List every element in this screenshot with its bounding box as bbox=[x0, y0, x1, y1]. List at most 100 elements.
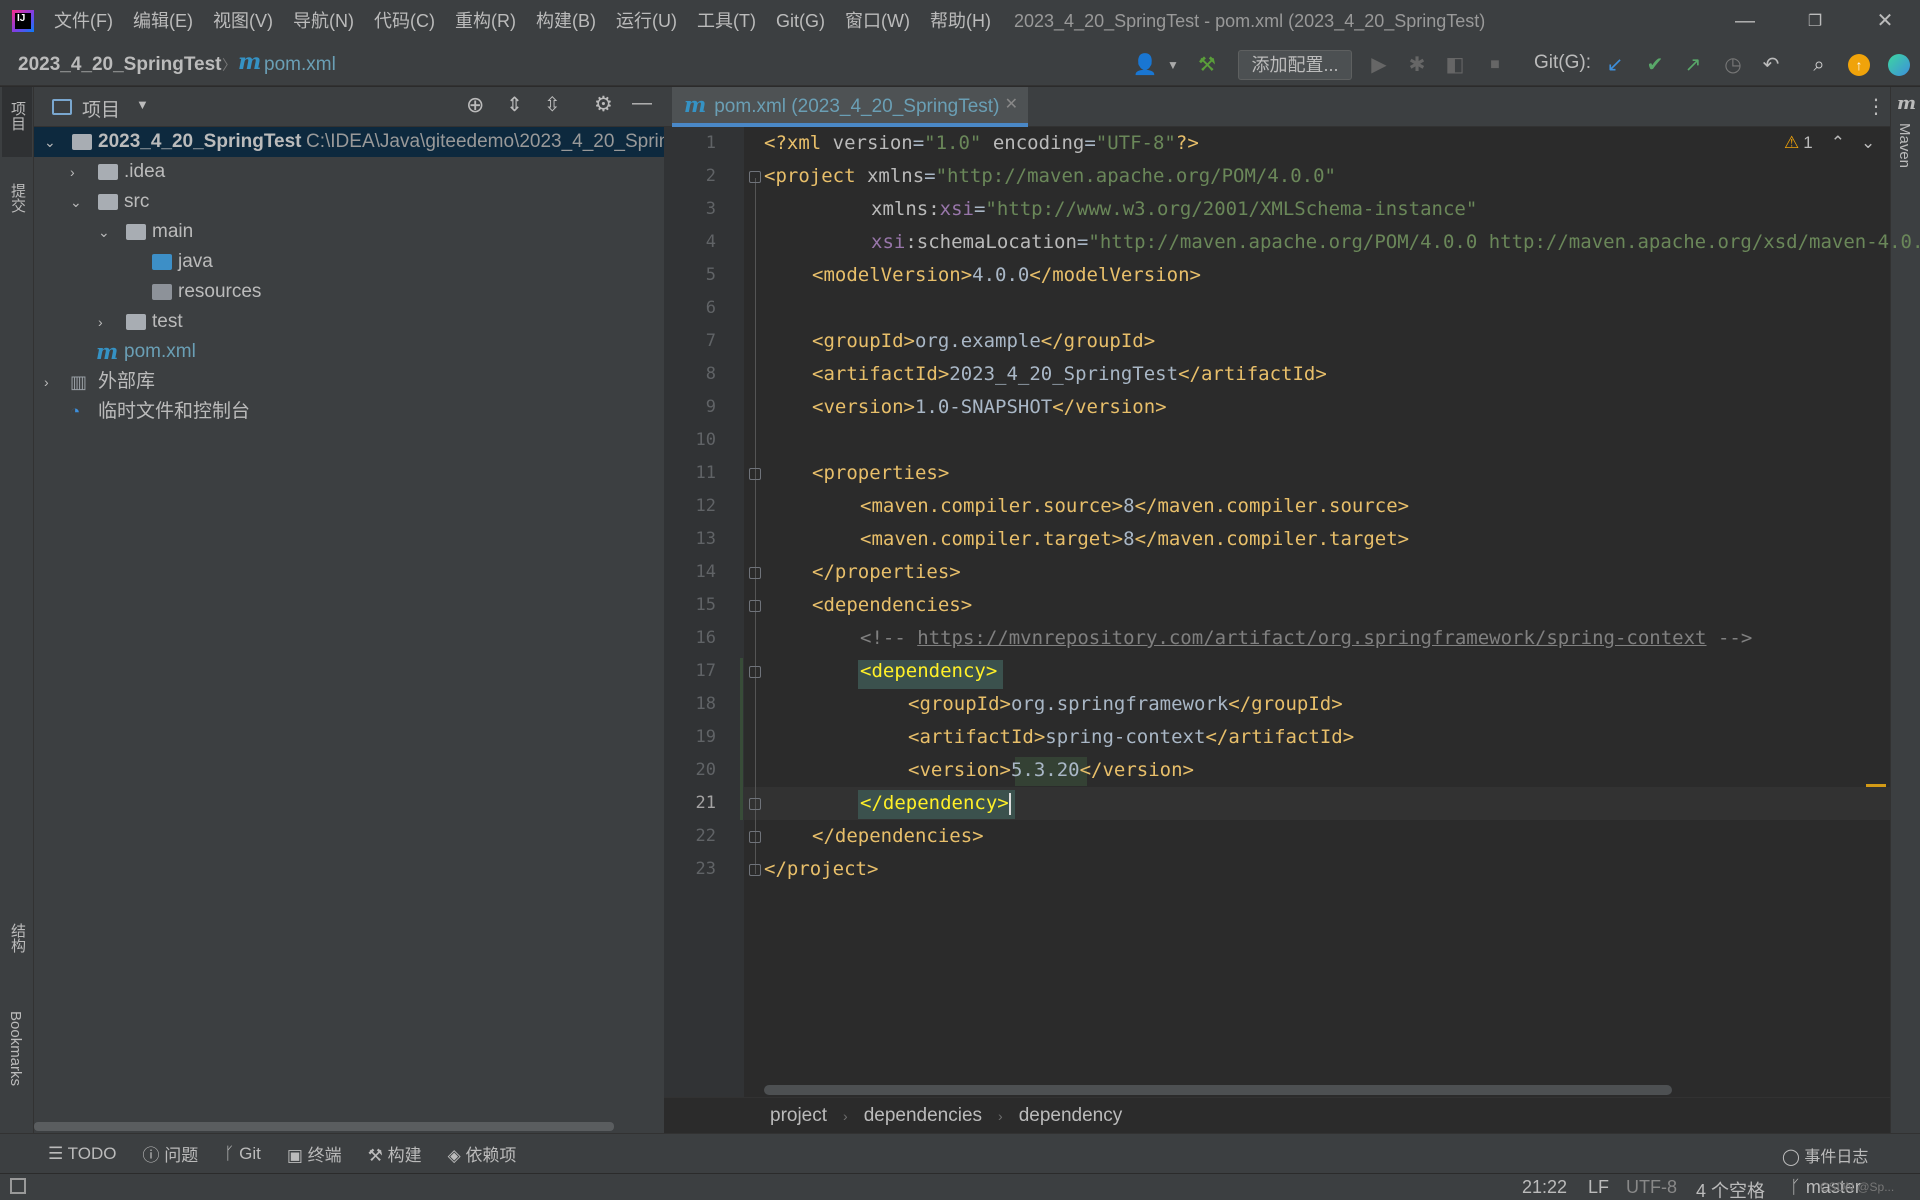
collapse-all-icon[interactable]: ⇳ bbox=[544, 92, 561, 117]
terminal-tool-button[interactable]: ▣ 终端 bbox=[287, 1141, 342, 1166]
coverage-icon[interactable]: ◧ bbox=[1442, 52, 1468, 78]
chevron-down-icon[interactable]: ▼ bbox=[1160, 52, 1186, 78]
code-with-me-icon[interactable] bbox=[1888, 54, 1910, 76]
history-icon[interactable]: ◷ bbox=[1720, 52, 1746, 78]
dependencies-tool-button[interactable]: ◈ 依赖项 bbox=[448, 1141, 517, 1166]
breadcrumb-dependency[interactable]: dependency bbox=[1019, 1105, 1123, 1127]
chevron-down-icon[interactable]: ⌄ bbox=[98, 225, 112, 239]
git-commit-icon[interactable]: ✔ bbox=[1642, 52, 1668, 78]
chevron-right-icon[interactable]: › bbox=[98, 315, 112, 329]
maven-tool-tab[interactable]: Maven bbox=[1896, 123, 1913, 168]
build-tool-button[interactable]: ⚒ 构建 bbox=[368, 1141, 422, 1166]
tree-item-project-root[interactable]: ⌄ 2023_4_20_SpringTest C:\IDEA\Java\gite… bbox=[34, 127, 664, 157]
menu-refactor[interactable]: 重构(R) bbox=[445, 0, 526, 43]
close-icon[interactable]: ✕ bbox=[1856, 0, 1914, 43]
fold-icon[interactable] bbox=[749, 171, 761, 183]
commit-tool-tab[interactable]: 提交 bbox=[7, 183, 28, 213]
more-tabs-icon[interactable]: ⋮ bbox=[1866, 94, 1886, 119]
chevron-right-icon[interactable]: › bbox=[44, 375, 58, 389]
stop-icon[interactable]: ■ bbox=[1482, 52, 1508, 78]
structure-tool-tab[interactable]: 结构 bbox=[7, 923, 28, 953]
tree-item-idea[interactable]: › .idea bbox=[34, 157, 664, 187]
fold-icon[interactable] bbox=[749, 864, 761, 876]
maven-file-icon: m bbox=[96, 339, 119, 364]
line-separator[interactable]: LF bbox=[1588, 1177, 1609, 1198]
file-encoding[interactable]: UTF-8 bbox=[1626, 1177, 1677, 1198]
locate-icon[interactable]: ⊕ bbox=[466, 92, 484, 118]
library-icon: ▥ bbox=[70, 372, 88, 392]
chevron-down-icon[interactable]: ⌄ bbox=[70, 195, 84, 209]
menu-file[interactable]: 文件(F) bbox=[44, 0, 123, 43]
project-panel-scrollbar[interactable] bbox=[34, 1122, 614, 1131]
breadcrumb-project[interactable]: project bbox=[770, 1105, 827, 1127]
tree-label: resources bbox=[178, 281, 262, 302]
expand-all-icon[interactable]: ⇕ bbox=[506, 92, 523, 117]
menu-build[interactable]: 构建(B) bbox=[526, 0, 606, 43]
editor-horizontal-scrollbar[interactable] bbox=[764, 1085, 1672, 1095]
debug-icon[interactable]: ✱ bbox=[1404, 52, 1430, 78]
build-hammer-icon[interactable]: ⚒ bbox=[1194, 52, 1220, 78]
nav-project[interactable]: 2023_4_20_SpringTest bbox=[18, 43, 222, 86]
project-panel-title[interactable]: 项目 bbox=[82, 95, 120, 122]
tree-item-test[interactable]: › test bbox=[34, 307, 664, 337]
git-update-icon[interactable]: ↙ bbox=[1602, 52, 1628, 78]
inspection-widget[interactable]: ⚠ 1 ⌃ ⌄ bbox=[1784, 133, 1875, 153]
menu-navigate[interactable]: 导航(N) bbox=[283, 0, 364, 43]
breadcrumb-dependencies[interactable]: dependencies bbox=[864, 1105, 982, 1127]
menu-window[interactable]: 窗口(W) bbox=[835, 0, 920, 43]
hide-panel-icon[interactable]: — bbox=[632, 92, 652, 115]
search-icon[interactable]: ⌕ bbox=[1806, 52, 1832, 78]
user-icon[interactable]: 👤 bbox=[1132, 52, 1158, 78]
settings-gear-icon[interactable]: ⚙ bbox=[594, 92, 613, 117]
menu-help[interactable]: 帮助(H) bbox=[920, 0, 1001, 43]
vcs-change-marker[interactable] bbox=[740, 658, 743, 820]
event-log-button[interactable]: ◯ 事件日志 bbox=[1782, 1143, 1868, 1167]
xml-token: "http://maven.apache.org/POM/4.0.0" bbox=[935, 165, 1336, 187]
close-tab-icon[interactable]: ✕ bbox=[1005, 87, 1018, 123]
tree-item-external-libraries[interactable]: › ▥ 外部库 bbox=[34, 367, 664, 397]
problems-tool-button[interactable]: ⓘ 问题 bbox=[142, 1141, 198, 1166]
tree-item-scratches[interactable]: ◔ 临时文件和控制台 bbox=[34, 397, 664, 427]
menu-code[interactable]: 代码(C) bbox=[364, 0, 445, 43]
tree-item-main[interactable]: ⌄ main bbox=[34, 217, 664, 247]
restore-icon[interactable]: ❐ bbox=[1786, 0, 1844, 43]
fold-icon[interactable] bbox=[749, 798, 761, 810]
git-push-icon[interactable]: ↗ bbox=[1680, 52, 1706, 78]
rollback-icon[interactable]: ↶ bbox=[1758, 52, 1784, 78]
tree-item-resources[interactable]: resources bbox=[34, 277, 664, 307]
tree-item-src[interactable]: ⌄ src bbox=[34, 187, 664, 217]
tree-item-java[interactable]: java bbox=[34, 247, 664, 277]
menu-tools[interactable]: 工具(T) bbox=[687, 0, 766, 43]
project-tool-tab[interactable]: 项目 bbox=[7, 101, 28, 131]
bookmarks-tool-tab[interactable]: Bookmarks bbox=[7, 1011, 24, 1086]
nav-file[interactable]: pom.xml bbox=[264, 43, 336, 86]
menu-view[interactable]: 视图(V) bbox=[203, 0, 283, 43]
menu-git[interactable]: Git(G) bbox=[766, 0, 835, 43]
menu-edit[interactable]: 编辑(E) bbox=[123, 0, 203, 43]
project-view-dropdown-icon[interactable]: ▼ bbox=[136, 97, 149, 112]
tab-pom-xml[interactable]: m pom.xml (2023_4_20_SpringTest) ✕ bbox=[672, 87, 1028, 127]
fold-icon[interactable] bbox=[749, 831, 761, 843]
previous-highlight-icon[interactable]: ⌃ bbox=[1831, 133, 1845, 153]
chevron-down-icon[interactable]: ⌄ bbox=[44, 135, 58, 149]
add-configuration-button[interactable]: 添加配置... bbox=[1238, 50, 1352, 80]
fold-icon[interactable] bbox=[749, 600, 761, 612]
indent-setting[interactable]: 4 个空格 bbox=[1696, 1177, 1765, 1200]
fold-icon[interactable] bbox=[749, 666, 761, 678]
update-icon[interactable]: ↑ bbox=[1848, 54, 1870, 76]
fold-icon[interactable] bbox=[749, 468, 761, 480]
minimize-icon[interactable]: — bbox=[1716, 0, 1774, 43]
run-icon[interactable]: ▶ bbox=[1366, 52, 1392, 78]
menu-run[interactable]: 运行(U) bbox=[606, 0, 687, 43]
git-tool-button[interactable]: ᚴ Git bbox=[224, 1144, 261, 1164]
todo-tool-button[interactable]: ☰ TODO bbox=[48, 1144, 116, 1164]
fold-icon[interactable] bbox=[749, 567, 761, 579]
line-number: 3 bbox=[705, 199, 716, 219]
tool-window-toggle-icon[interactable] bbox=[10, 1178, 26, 1194]
chevron-right-icon[interactable]: › bbox=[70, 165, 84, 179]
comment-link[interactable]: https://mvnrepository.com/artifact/org.s… bbox=[917, 627, 1706, 649]
warning-stripe-marker[interactable] bbox=[1866, 784, 1886, 787]
caret-position[interactable]: 21:22 bbox=[1522, 1177, 1567, 1198]
next-highlight-icon[interactable]: ⌄ bbox=[1861, 133, 1875, 153]
tree-item-pom[interactable]: m pom.xml bbox=[34, 337, 664, 367]
